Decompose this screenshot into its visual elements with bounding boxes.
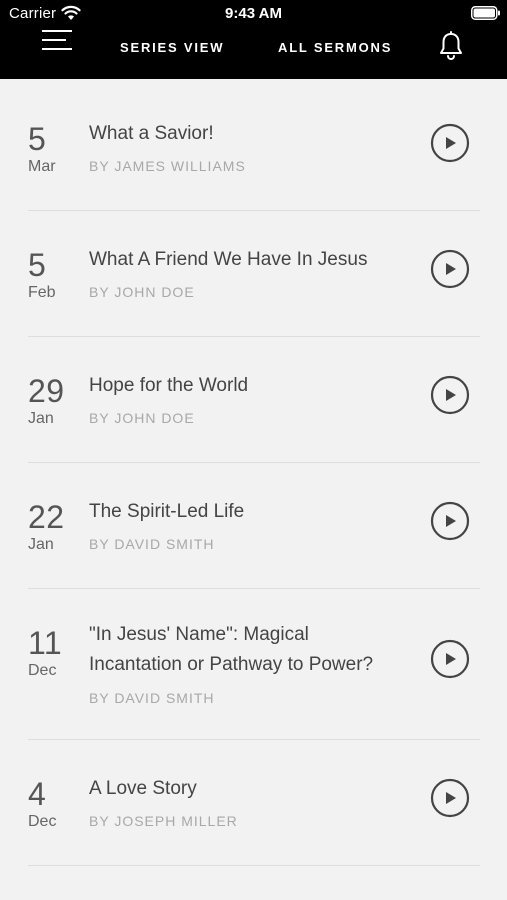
menu-button[interactable] xyxy=(40,30,72,54)
status-bar: Carrier 9:43 AM xyxy=(0,0,507,28)
sermon-title[interactable]: "In Jesus' Name": Magical Incantation or… xyxy=(89,620,399,680)
play-icon[interactable] xyxy=(430,123,470,163)
sermon-title-line: Hope for the World xyxy=(89,375,249,396)
sermon-day: 5 xyxy=(28,121,47,157)
sermon-day: 11 xyxy=(28,625,63,661)
bell-icon xyxy=(440,31,462,60)
tab-all-sermons[interactable]: ALL SERMONS xyxy=(278,40,392,55)
status-time: 9:43 AM xyxy=(225,5,282,22)
sermon-day: 5 xyxy=(28,247,47,283)
sermon-item[interactable]: 5 Feb What A Friend We Have In Jesus BY … xyxy=(28,211,480,337)
sermon-title-line: A Love Story xyxy=(89,778,197,799)
sermon-month: Jan xyxy=(28,536,54,553)
play-icon[interactable] xyxy=(430,501,470,541)
sermon-title[interactable]: A Love Story xyxy=(89,774,399,804)
sermon-item[interactable]: 4 Dec A Love Story BY JOSEPH MILLER xyxy=(28,740,480,866)
sermon-month: Mar xyxy=(28,158,56,175)
sermon-title[interactable]: Hope for the World xyxy=(89,371,399,401)
play-icon[interactable] xyxy=(430,249,470,289)
sermon-item[interactable]: 29 Jan Hope for the World BY JOHN DOE xyxy=(28,337,480,463)
sermon-item[interactable]: 11 Dec "In Jesus' Name": Magical Incanta… xyxy=(28,589,480,740)
sermon-speaker: BY JOHN DOE xyxy=(89,284,195,300)
sermon-title-line: What A Friend We Have In Jesus xyxy=(89,249,368,270)
sermon-date: 4 Dec xyxy=(28,778,88,831)
sermon-day: 22 xyxy=(28,499,65,535)
sermon-title[interactable]: What A Friend We Have In Jesus xyxy=(89,245,399,275)
sermon-date: 5 Feb xyxy=(28,249,88,302)
sermon-speaker: BY JAMES WILLIAMS xyxy=(89,158,246,174)
sermon-title-line: The Spirit-Led Life xyxy=(89,501,245,522)
sermon-title-line: "In Jesus' Name": Magical xyxy=(89,624,309,645)
app-header: Carrier 9:43 AM SERIES VIEW ALL SERMONS xyxy=(0,0,507,79)
sermon-month: Dec xyxy=(28,662,57,679)
hamburger-menu-icon xyxy=(42,30,72,50)
sermon-speaker: BY JOSEPH MILLER xyxy=(89,813,238,829)
sermon-date: 22 Jan xyxy=(28,501,88,554)
sermon-item[interactable]: 22 Jan The Spirit-Led Life BY DAVID SMIT… xyxy=(28,463,480,589)
sermon-day: 29 xyxy=(28,373,65,409)
sermon-date: 29 Jan xyxy=(28,375,88,428)
sermon-item[interactable]: 5 Mar What a Savior! BY JAMES WILLIAMS xyxy=(28,79,480,211)
sermon-title-line: Incantation or Pathway to Power? xyxy=(89,654,374,675)
sermon-day: 4 xyxy=(28,776,47,812)
tab-series-view[interactable]: SERIES VIEW xyxy=(120,40,224,55)
sermon-month: Feb xyxy=(28,284,56,301)
sermon-date: 5 Mar xyxy=(28,123,88,176)
sermon-speaker: BY DAVID SMITH xyxy=(89,536,215,552)
sermon-title[interactable]: What a Savior! xyxy=(89,119,399,149)
play-icon[interactable] xyxy=(430,778,470,818)
battery-icon xyxy=(471,6,500,20)
sermon-title-line: What a Savior! xyxy=(89,123,214,144)
sermon-month: Dec xyxy=(28,813,57,830)
sermon-speaker: BY DAVID SMITH xyxy=(89,690,215,706)
sermon-date: 11 Dec xyxy=(28,627,88,680)
play-icon[interactable] xyxy=(430,375,470,415)
sermon-list[interactable]: 5 Mar What a Savior! BY JAMES WILLIAMS 5… xyxy=(0,79,507,900)
play-icon[interactable] xyxy=(430,639,470,679)
notifications-button[interactable] xyxy=(438,31,464,61)
sermon-speaker: BY JOHN DOE xyxy=(89,410,195,426)
sermon-title[interactable]: The Spirit-Led Life xyxy=(89,497,399,527)
sermon-month: Jan xyxy=(28,410,54,427)
